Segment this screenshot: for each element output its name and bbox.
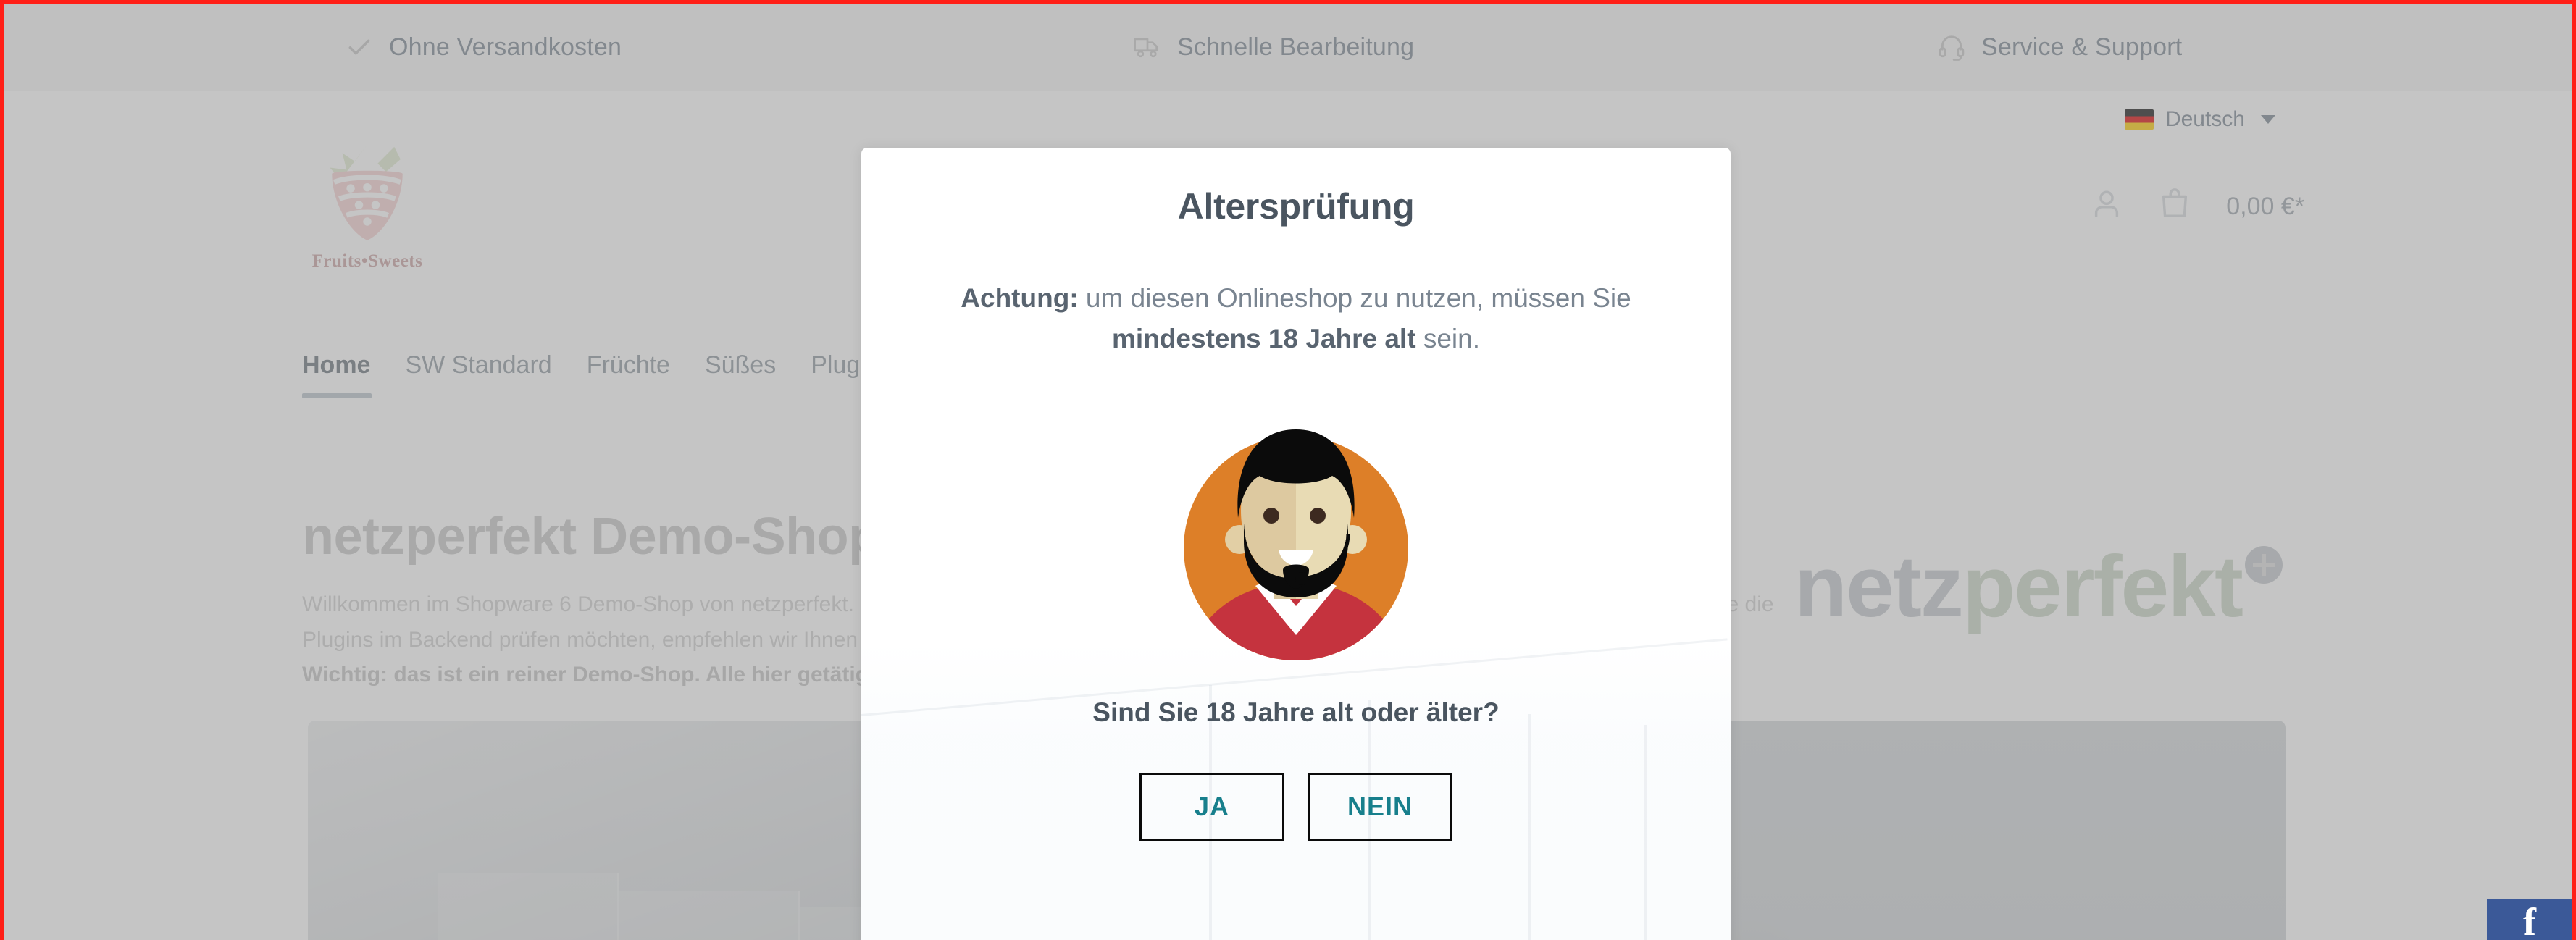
confirm-age-button[interactable]: JA <box>1139 773 1284 841</box>
age-verification-modal: Altersprüfung Achtung: um diesen Onlines… <box>861 148 1731 940</box>
modal-intro-warning-label: Achtung: <box>961 283 1079 313</box>
modal-question: Sind Sie 18 Jahre alt oder älter? <box>1092 697 1500 727</box>
browser-viewport-frame: Ohne Versandkosten Schnelle Bearbeitung … <box>0 0 2576 940</box>
modal-actions: JA NEIN <box>905 773 1687 841</box>
decline-age-button[interactable]: NEIN <box>1308 773 1452 841</box>
modal-title: Altersprüfung <box>1177 186 1415 227</box>
modal-intro-age-requirement: mindestens 18 Jahre alt <box>1112 323 1416 353</box>
modal-intro-text: Achtung: um diesen Onlineshop zu nutzen,… <box>905 278 1687 358</box>
support-agent-avatar-icon <box>1168 389 1423 676</box>
modal-intro-part-1: um diesen Onlineshop zu nutzen, müssen S… <box>1078 283 1631 313</box>
facebook-glyph: f <box>2523 900 2536 940</box>
modal-intro-part-2: sein. <box>1415 323 1480 353</box>
modal-body: Altersprüfung Achtung: um diesen Onlines… <box>861 148 1731 940</box>
facebook-icon[interactable]: f <box>2487 899 2572 940</box>
